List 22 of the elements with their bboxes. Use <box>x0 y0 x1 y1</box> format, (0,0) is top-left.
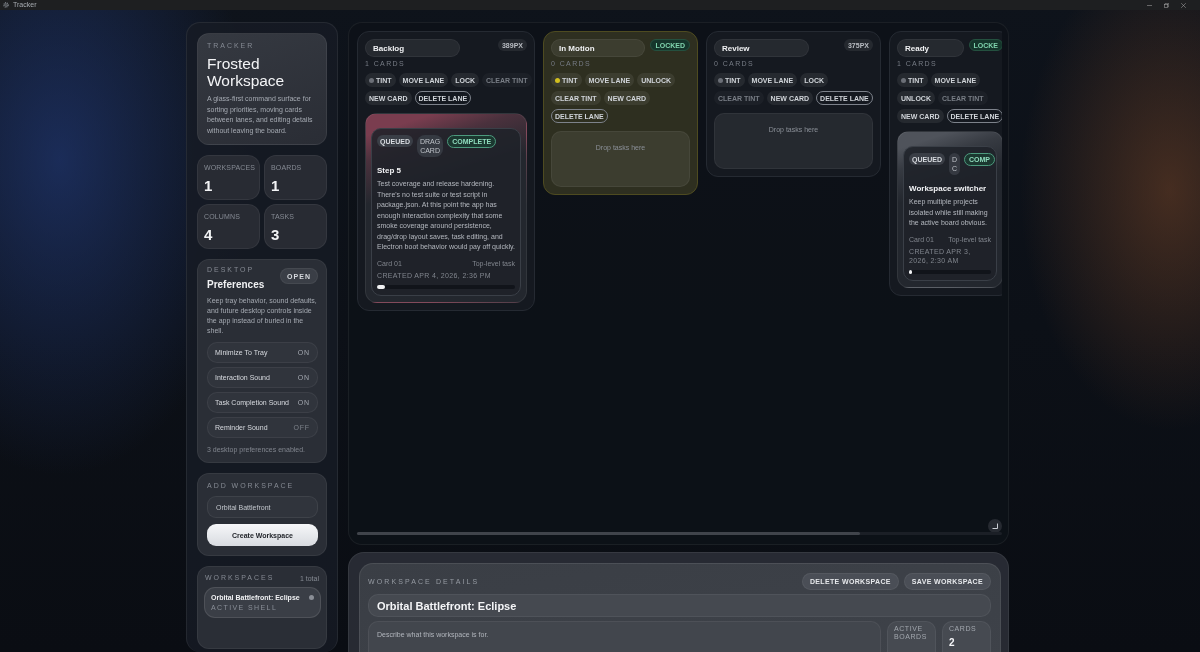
close-icon[interactable] <box>1181 2 1186 8</box>
stat-value: 4 <box>204 227 214 243</box>
resize-handle-icon[interactable] <box>988 519 1002 533</box>
lane-title-field[interactable]: Review <box>714 39 809 57</box>
lane-title-field[interactable]: Ready <box>897 39 964 57</box>
workspace-title-field[interactable]: Orbital Battlefront: Eclipse <box>368 594 991 617</box>
minimize-icon[interactable] <box>1147 2 1152 8</box>
task-title: Workspace switcher <box>909 184 988 194</box>
lane-title-field[interactable]: Backlog <box>365 39 460 57</box>
horizontal-scrollbar[interactable] <box>357 532 1002 535</box>
status-dot-icon <box>309 595 314 600</box>
app-heading: Frosted Workspace <box>207 55 286 89</box>
scrollbar-thumb[interactable] <box>357 532 861 535</box>
stat-value: 1 <box>271 178 281 194</box>
gear-icon <box>3 2 9 8</box>
section-heading: Preferences <box>207 279 265 290</box>
stat-value: 2 <box>949 637 956 648</box>
lane-title-field[interactable]: In Motion <box>551 39 646 57</box>
task-title: Step 5 <box>377 166 402 176</box>
restore-icon[interactable] <box>1164 2 1169 8</box>
stat-value: 1 <box>204 178 214 194</box>
stat-value: 3 <box>271 227 281 243</box>
